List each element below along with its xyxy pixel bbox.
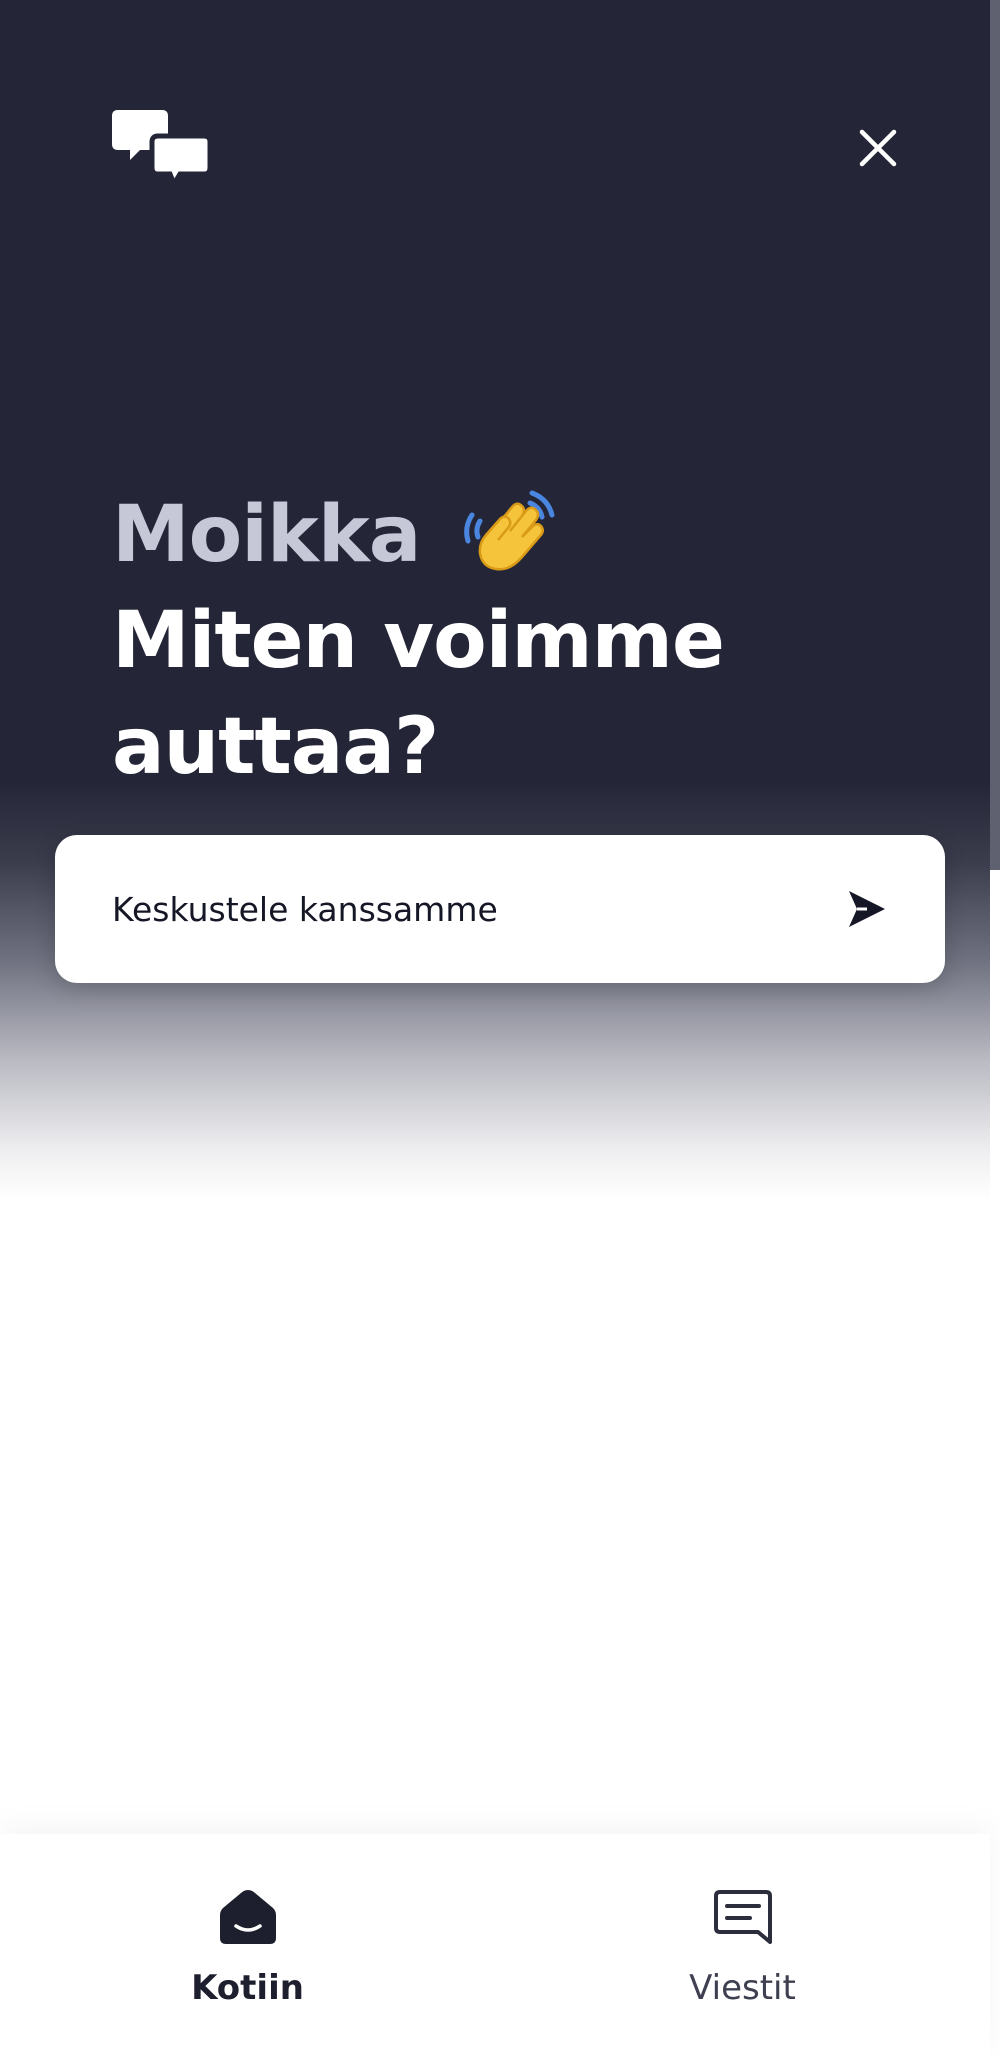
waving-hand-icon: [460, 485, 560, 585]
send-arrow-icon: [849, 891, 885, 927]
start-chat-button[interactable]: Keskustele kanssamme: [55, 835, 945, 983]
bottom-navigation: Kotiin Viestit: [0, 1834, 990, 2056]
scrollbar-thumb[interactable]: [990, 0, 1000, 870]
messages-icon: [713, 1890, 772, 1944]
nav-item-home[interactable]: Kotiin: [0, 1834, 495, 2056]
chat-bubbles-icon: [112, 110, 213, 190]
nav-label-messages: Viestit: [689, 1968, 796, 2008]
scrollbar-track[interactable]: [990, 0, 1000, 2056]
close-button[interactable]: [845, 115, 911, 181]
start-chat-label: Keskustele kanssamme: [112, 889, 498, 929]
help-question: Miten voimme auttaa?: [112, 596, 725, 792]
close-icon: [859, 129, 897, 167]
home-icon: [219, 1890, 276, 1944]
greeting-text: Moikka: [112, 490, 421, 580]
greeting-line: Moikka: [112, 482, 832, 588]
nav-item-messages[interactable]: Viestit: [495, 1834, 990, 2056]
nav-label-home: Kotiin: [191, 1968, 304, 2008]
messenger-widget: Moikka Miten voimme auttaa? Keskustele k…: [0, 0, 1000, 2056]
greeting-block: Moikka Miten voimme auttaa?: [112, 482, 832, 800]
